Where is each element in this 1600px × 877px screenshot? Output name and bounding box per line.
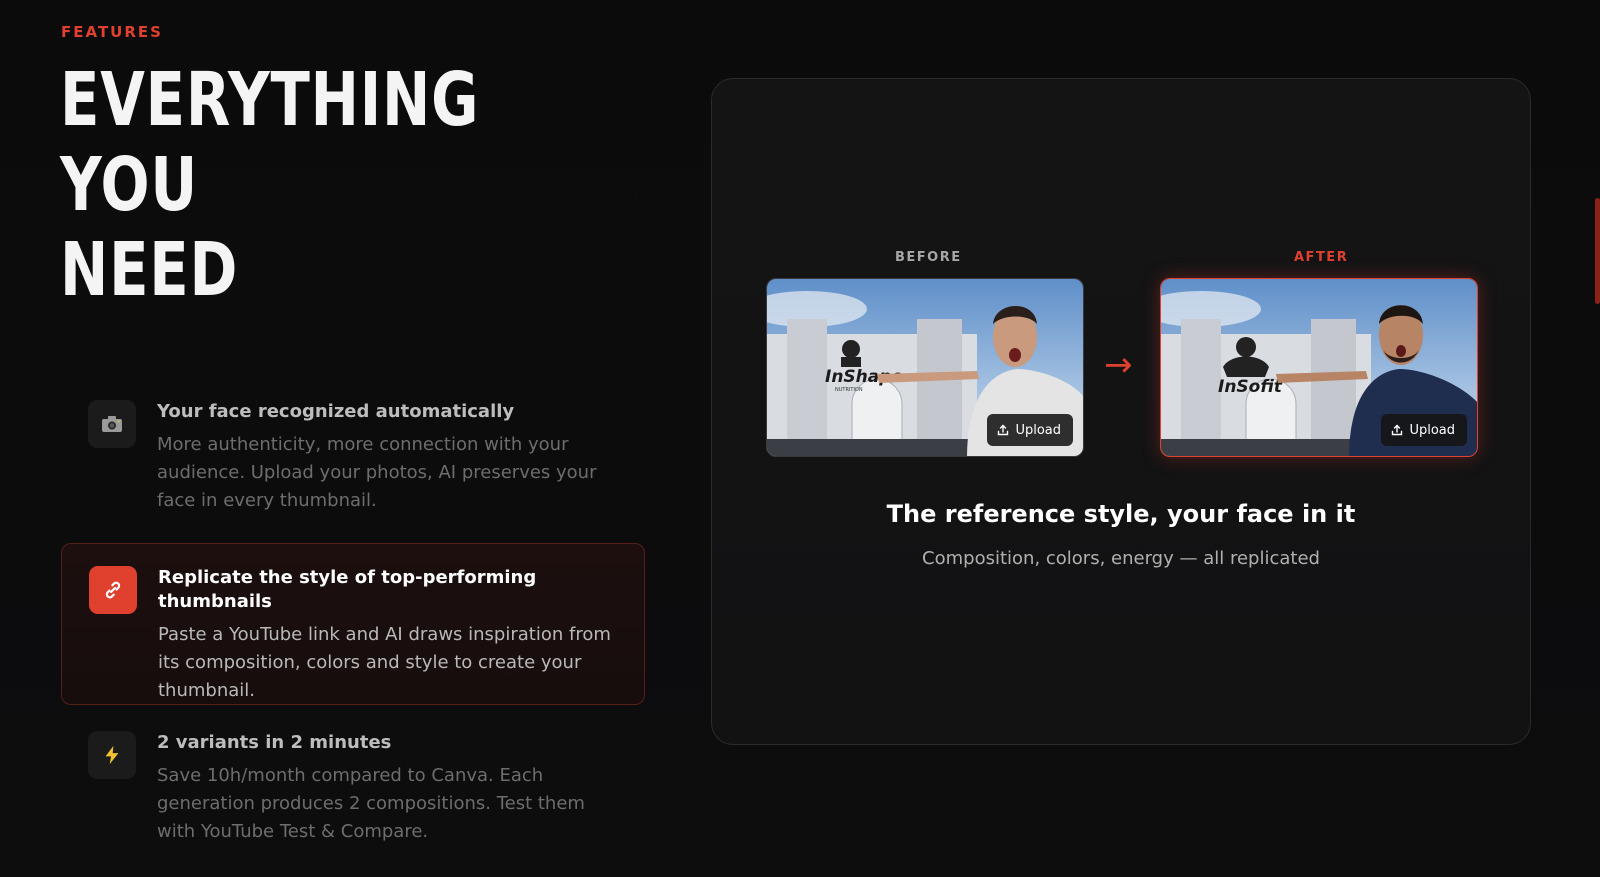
arrow-right-icon: → — [1104, 345, 1133, 385]
upload-label: Upload — [1409, 422, 1455, 438]
feature-variants[interactable]: 2 variants in 2 minutes Save 10h/month c… — [61, 731, 645, 846]
feature-face-recognition[interactable]: Your face recognized automatically More … — [61, 400, 645, 515]
lightning-icon — [88, 731, 136, 779]
svg-text:NUTRITION: NUTRITION — [835, 387, 863, 393]
section-headline: EVERYTHING YOU NEED — [60, 58, 479, 313]
upload-button-before[interactable]: Upload — [987, 414, 1073, 446]
before-thumbnail: InShape NUTRITION Upload — [766, 278, 1084, 457]
headline-line-2: YOU — [60, 142, 199, 228]
upload-icon — [998, 424, 1009, 436]
after-label: AFTER — [1294, 250, 1349, 265]
before-label: BEFORE — [895, 250, 962, 265]
after-thumbnail: InSofit Upload — [1160, 278, 1478, 457]
feature-title: 2 variants in 2 minutes — [157, 732, 392, 753]
preview-caption-subtitle: Composition, colors, energy — all replic… — [922, 548, 1320, 569]
upload-button-after[interactable]: Upload — [1381, 414, 1467, 446]
scrollbar-thumb[interactable] — [1595, 198, 1600, 304]
svg-text:InSofit: InSofit — [1218, 377, 1283, 397]
section-eyebrow: FEATURES — [61, 23, 163, 41]
feature-description: Save 10h/month compared to Canva. Each g… — [157, 765, 585, 842]
upload-label: Upload — [1015, 422, 1061, 438]
upload-icon — [1392, 424, 1403, 436]
headline-line-3: NEED — [60, 227, 239, 313]
headline-line-1: EVERYTHING — [60, 57, 480, 143]
feature-title: Replicate the style of top-performing th… — [158, 567, 537, 612]
preview-caption-title: The reference style, your face in it — [886, 500, 1356, 528]
feature-replicate-style[interactable]: Replicate the style of top-performing th… — [61, 543, 645, 705]
feature-description: Paste a YouTube link and AI draws inspir… — [158, 624, 611, 701]
camera-icon — [88, 400, 136, 448]
link-icon — [89, 566, 137, 614]
feature-description: More authenticity, more connection with … — [157, 434, 597, 511]
feature-title: Your face recognized automatically — [157, 401, 515, 422]
